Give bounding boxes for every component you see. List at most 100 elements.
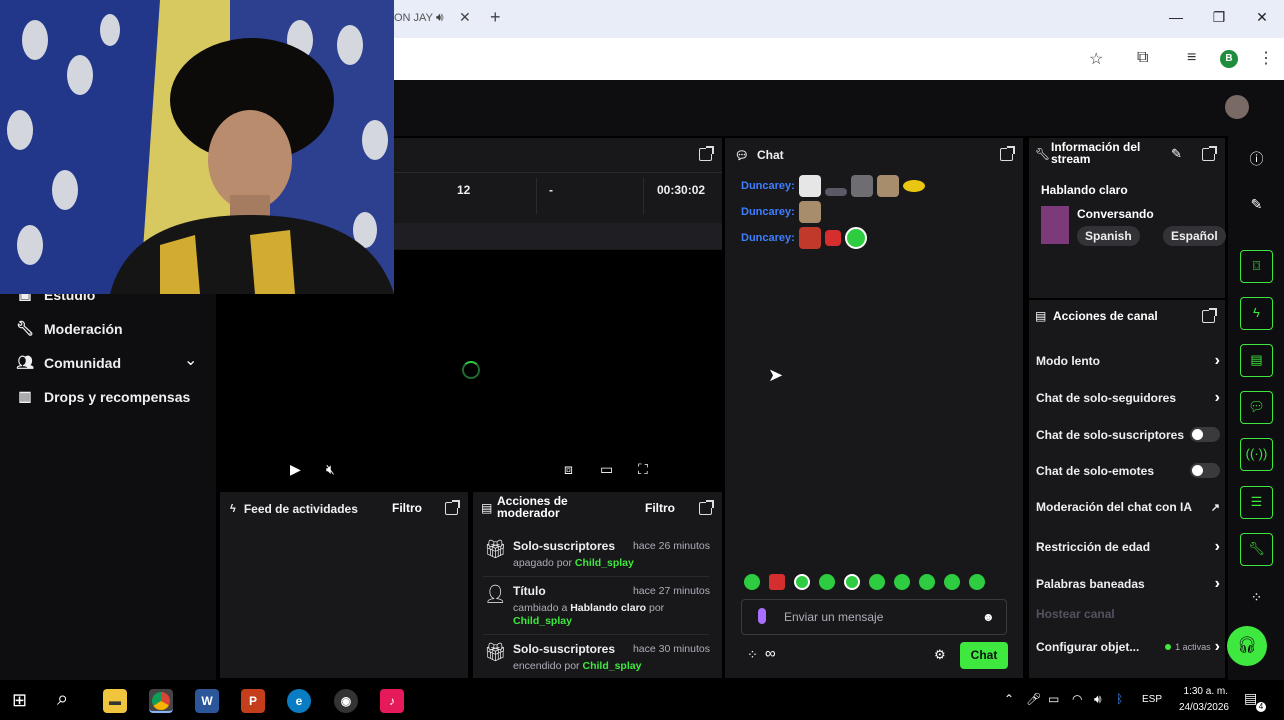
emote-icon[interactable] <box>869 574 885 590</box>
language-indicator[interactable]: ESP <box>1142 694 1162 705</box>
theater-icon[interactable]: ▭ <box>600 461 613 478</box>
category-boxart[interactable] <box>1041 206 1069 244</box>
popout-icon[interactable] <box>1000 146 1015 161</box>
action-followers-only[interactable]: Chat de solo-seguidores › <box>1036 389 1220 407</box>
clock-date[interactable]: 24/03/2026 <box>1173 702 1229 713</box>
emote-icon[interactable] <box>969 574 985 590</box>
info-icon[interactable]: ⓘ <box>1240 149 1273 169</box>
new-tab-icon[interactable]: + <box>490 7 501 28</box>
notification-badge: 4 <box>1256 702 1266 712</box>
microphone-icon[interactable] <box>758 608 766 624</box>
emote-icon[interactable] <box>794 574 810 590</box>
chat-username[interactable]: Duncarey: <box>741 232 795 244</box>
notification-icon[interactable]: ▤ <box>1244 690 1257 707</box>
rail-chat-button[interactable]: 💬︎ <box>1240 391 1273 424</box>
fullscreen-icon[interactable]: ⛶ <box>638 461 648 478</box>
pip-icon[interactable]: ⧈ <box>564 461 573 478</box>
sidebar-item-moderacion[interactable]: 🔧︎ Moderación <box>16 320 122 337</box>
edge-icon[interactable]: e <box>287 689 311 713</box>
popout-icon[interactable] <box>699 500 714 515</box>
action-banned-words[interactable]: Palabras baneadas › <box>1036 575 1220 593</box>
extensions-icon[interactable]: ⧉ <box>1137 49 1148 67</box>
chat-settings-icon[interactable]: ⚙ <box>934 647 946 663</box>
emoji-icon[interactable]: ☻ <box>982 610 995 624</box>
emote-icon[interactable] <box>744 574 760 590</box>
sidebar-item-drops[interactable]: ▥ Drops y recompensas <box>16 388 190 405</box>
pencil-icon[interactable]: ✎ <box>1240 196 1273 213</box>
restore-icon[interactable]: ❐ <box>1204 9 1234 26</box>
channel-points-icon[interactable]: ⁘ <box>747 647 758 663</box>
action-label: Restricción de edad <box>1036 540 1151 554</box>
activity-filter-button[interactable]: Filtro <box>392 501 422 515</box>
action-ai-moderation[interactable]: Moderación del chat con IA ↗ <box>1036 500 1220 514</box>
bookmark-star-icon[interactable]: ☆ <box>1089 49 1103 69</box>
emote-icon[interactable] <box>894 574 910 590</box>
tray-wifi-icon[interactable]: ◠ <box>1072 692 1082 706</box>
mod-filter-button[interactable]: Filtro <box>645 501 675 515</box>
user-avatar[interactable] <box>1225 95 1249 119</box>
emote-icon[interactable] <box>769 574 785 590</box>
window-close-icon[interactable]: ✕ <box>1247 9 1277 26</box>
popout-icon[interactable] <box>445 500 460 515</box>
rail-layout-button[interactable]: ☰ <box>1240 486 1273 519</box>
windows-start-icon[interactable]: ⊞ <box>12 690 27 711</box>
sidebar-item-comunidad[interactable]: 👥︎ Comunidad <box>16 354 121 371</box>
tiktok-icon[interactable]: ♪ <box>380 689 404 713</box>
chat-username[interactable]: Duncarey: <box>741 206 795 218</box>
edit-icon[interactable]: ✎ <box>1171 146 1182 162</box>
emote-icon[interactable] <box>944 574 960 590</box>
tray-mic-icon[interactable]: 🎤︎ <box>1026 692 1041 706</box>
tray-bluetooth-icon[interactable]: ᛒ <box>1116 692 1123 706</box>
profile-avatar[interactable]: B <box>1220 50 1238 68</box>
support-headset-button[interactable]: 🎧︎ <box>1227 626 1267 666</box>
rail-wrench-button[interactable]: 🔧︎ <box>1240 533 1273 566</box>
chrome-icon[interactable] <box>149 689 173 713</box>
stream-category[interactable]: Conversando <box>1077 207 1154 221</box>
speaker-icon[interactable]: 🔊︎ <box>436 10 444 25</box>
tab-close-icon[interactable]: ✕ <box>459 9 471 26</box>
tag-chip[interactable]: Español <box>1163 226 1226 246</box>
action-goals[interactable]: Configurar objet... 1 activas › <box>1036 638 1220 656</box>
search-icon[interactable]: ⌕ <box>57 688 68 711</box>
file-explorer-icon[interactable]: ▬ <box>103 689 127 713</box>
browser-menu-icon[interactable]: ⋮ <box>1258 48 1274 68</box>
emote-icon[interactable] <box>919 574 935 590</box>
action-host-channel: Hostear canal <box>1036 607 1220 621</box>
mod-action-title: Título <box>513 584 546 598</box>
obs-icon[interactable]: ◉ <box>334 689 358 713</box>
chat-username[interactable]: Duncarey: <box>741 180 795 192</box>
chat-send-button[interactable]: Chat <box>960 642 1008 669</box>
tray-volume-icon[interactable]: 🔊︎ <box>1094 692 1102 707</box>
mute-icon[interactable]: 🔇︎ <box>326 461 335 478</box>
minimize-icon[interactable]: — <box>1161 9 1191 25</box>
action-age-restriction[interactable]: Restricción de edad › <box>1036 538 1220 556</box>
tag-chip[interactable]: Spanish <box>1077 226 1140 246</box>
media-control-icon[interactable]: ≡ <box>1187 49 1196 67</box>
popout-icon[interactable] <box>699 146 714 161</box>
activity-feed-panel: ϟ Feed de actividades Filtro <box>220 492 468 678</box>
external-link-icon: ↗ <box>1210 501 1220 514</box>
emote-icon[interactable] <box>844 574 860 590</box>
chevron-down-icon[interactable]: ⌄ <box>184 350 197 370</box>
popout-icon[interactable] <box>1202 146 1217 161</box>
action-slow-mode[interactable]: Modo lento › <box>1036 352 1220 370</box>
powerpoint-icon[interactable]: P <box>241 689 265 713</box>
points-icon[interactable]: ⁘ <box>1240 589 1273 606</box>
popout-icon[interactable] <box>1202 308 1217 323</box>
rail-broadcast-button[interactable]: ((·)) <box>1240 438 1273 471</box>
play-icon[interactable]: ▶ <box>290 461 301 478</box>
tray-battery-icon[interactable]: ▭ <box>1048 692 1059 706</box>
tray-chevron-up-icon[interactable]: ⌃ <box>1004 692 1014 706</box>
tab-title[interactable]: ON JAY <box>394 12 433 24</box>
rail-lightning-button[interactable]: ϟ <box>1240 297 1273 330</box>
rail-clip-button[interactable]: ⌼ <box>1240 250 1273 283</box>
word-icon[interactable]: W <box>195 689 219 713</box>
chat-input[interactable]: Enviar un mensaje ☻ <box>741 599 1007 635</box>
rail-document-button[interactable]: ▤ <box>1240 344 1273 377</box>
clock-time[interactable]: 1:30 a. m. <box>1178 686 1228 697</box>
divider <box>483 576 709 577</box>
subscribers-only-toggle[interactable] <box>1190 427 1220 442</box>
emote-only-toggle[interactable] <box>1190 463 1220 478</box>
emote-icon[interactable] <box>819 574 835 590</box>
chat-header: 💬︎ Chat <box>725 138 1023 172</box>
